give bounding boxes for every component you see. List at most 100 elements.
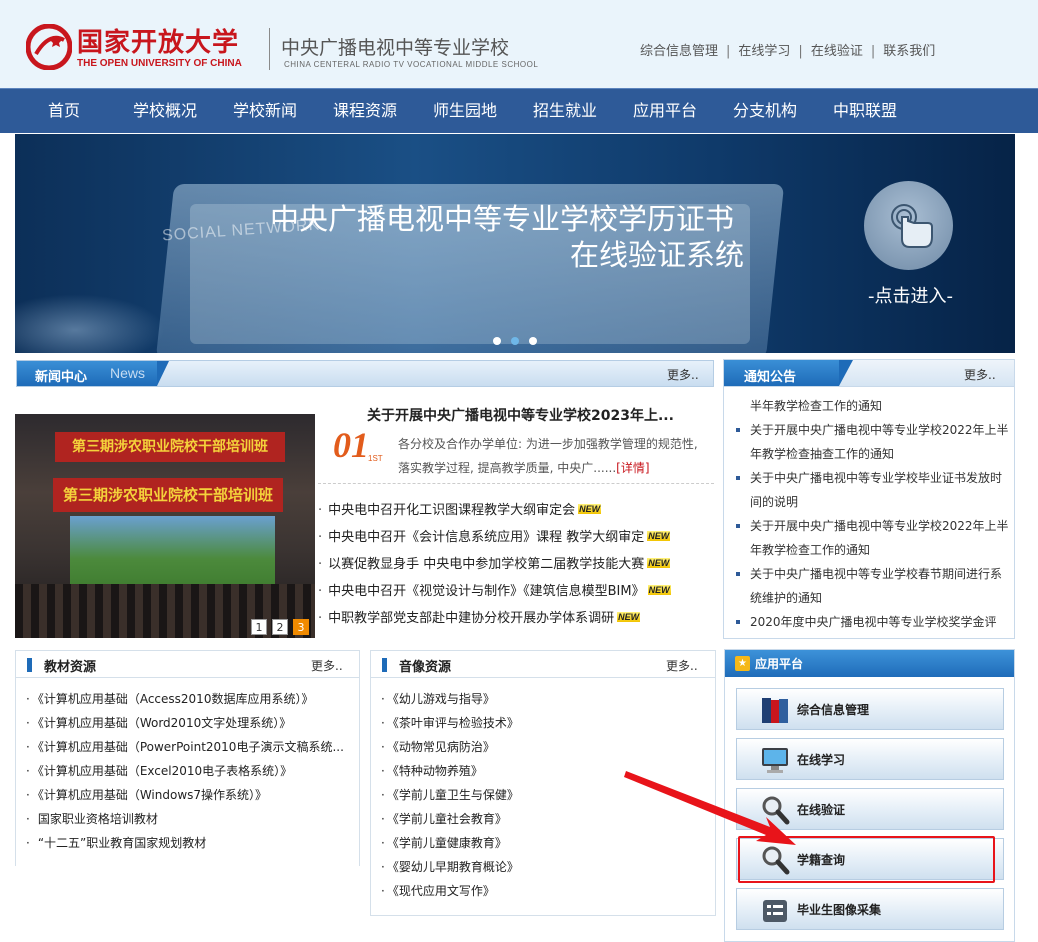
news-list: 中央电中召开化工识图课程教学大纲审定会NEW 中央电中召开《会计信息系统应用》课… [318, 496, 716, 631]
form-icon [763, 900, 787, 922]
textbook-resources-header: 教材资源 更多.. [16, 651, 359, 678]
university-name-cn[interactable]: 国家开放大学 [77, 22, 239, 59]
textbook-item[interactable]: 《计算机应用基础（Windows7操作系统）》 [26, 783, 356, 807]
new-badge: NEW [647, 531, 671, 541]
nav-school-news[interactable]: 学校新闻 [233, 89, 297, 134]
featured-news-suffix: 1ST [368, 454, 383, 463]
notice-item[interactable]: 关于开展中央广播电视中等专业学校2022年上半年教学检查工作的通知 [734, 514, 1012, 562]
logo-divider [269, 28, 270, 70]
app-button-label: 在线学习 [797, 753, 846, 767]
main-nav: 首页 学校概况 学校新闻 课程资源 师生园地 招生就业 应用平台 分支机构 中职… [0, 88, 1038, 133]
notice-item[interactable]: 半年教学检查工作的通知 [734, 394, 1012, 418]
notice-list: 半年教学检查工作的通知 关于开展中央广播电视中等专业学校2022年上半年教学检查… [734, 394, 1012, 632]
annotation-highlight-box [738, 836, 995, 883]
school-name-cn: 中央广播电视中等专业学校 [281, 37, 510, 59]
nav-about[interactable]: 学校概况 [133, 89, 197, 134]
notice-header: 通知公告 更多.. [724, 360, 1014, 387]
photo-page-3[interactable]: 3 [293, 619, 309, 635]
notice-item[interactable]: 关于中央广播电视中等专业学校春节期间进行系统维护的通知 [734, 562, 1012, 610]
link-separator: | [798, 44, 803, 59]
media-resources-title: 音像资源 [399, 660, 452, 675]
nav-home[interactable]: 首页 [48, 89, 80, 134]
banner-touch-button[interactable] [864, 181, 953, 270]
media-item[interactable]: 《婴幼儿早期教育概论》 [381, 855, 711, 879]
university-emblem-icon [26, 24, 72, 70]
photo-page-2[interactable]: 2 [272, 619, 288, 635]
textbook-resources-title: 教材资源 [44, 660, 97, 675]
textbook-item[interactable]: 《计算机应用基础（Word2010文字处理系统）》 [26, 711, 356, 735]
news-photo-slider[interactable]: 第三期涉农职业院校干部培训班 第三期涉农职业院校干部培训班 1 2 3 [15, 414, 315, 638]
textbook-item[interactable]: 《计算机应用基础（Excel2010电子表格系统）》 [26, 759, 356, 783]
nav-campus[interactable]: 师生园地 [433, 89, 497, 134]
photo-banner-main: 第三期涉农职业院校干部培训班 [53, 478, 283, 512]
photo-page-1[interactable]: 1 [251, 619, 267, 635]
textbook-item[interactable]: “十二五”职业教育国家规划教材 [26, 831, 356, 855]
news-item-text: 中央电中召开《会计信息系统应用》课程 教学大纲审定 [328, 530, 645, 545]
nav-app-platform[interactable]: 应用平台 [633, 89, 697, 134]
photo-banner-top: 第三期涉农职业院校干部培训班 [55, 432, 285, 462]
featured-news-title[interactable]: 关于开展中央广播电视中等专业学校2023年上... [367, 405, 674, 425]
school-name-en: CHINA CENTERAL RADIO TV VOCATIONAL MIDDL… [284, 60, 539, 69]
banner-pagination [493, 334, 547, 348]
textbook-item[interactable]: 《计算机应用基础（PowerPoint2010电子演示文稿系统... [26, 735, 356, 759]
banner-hand-graphic [15, 294, 165, 353]
star-icon: ★ [735, 656, 750, 671]
notice-item[interactable]: 2020年度中央广播电视中等专业学校奖学金评 [734, 610, 1012, 632]
nav-admissions[interactable]: 招生就业 [533, 89, 597, 134]
featured-news-number: 01 [333, 425, 369, 465]
banner-title-line2: 在线验证系统 [570, 238, 745, 272]
top-link-online-learning[interactable]: 在线学习 [738, 44, 790, 59]
site-header: 国家开放大学 THE OPEN UNIVERSITY OF CHINA 中央广播… [0, 0, 1038, 88]
app-button-label: 在线验证 [797, 803, 846, 817]
featured-news-detail-link[interactable]: [详情] [616, 461, 649, 475]
nav-alliance[interactable]: 中职联盟 [833, 89, 897, 134]
app-button-info-management[interactable]: 综合信息管理 [736, 688, 1004, 730]
photo-projection-screen [70, 516, 275, 594]
books-icon [762, 698, 788, 723]
textbook-item[interactable]: 《计算机应用基础（Access2010数据库应用系统）》 [26, 687, 356, 711]
featured-news-text: 各分校及合作办学单位: 为进一步加强教学管理的规范性, 落实教学过程, 提高教学… [398, 437, 698, 475]
news-item[interactable]: 以赛促教显身手 中央电中参加学校第二届教学技能大赛NEW [318, 550, 716, 577]
section-marker [382, 658, 387, 672]
news-title: 新闻中心 [35, 370, 88, 385]
new-badge: NEW [647, 585, 671, 595]
notice-item[interactable]: 关于开展中央广播电视中等专业学校2022年上半年教学检查抽查工作的通知 [734, 418, 1012, 466]
media-more-link[interactable]: 更多.. [666, 657, 698, 674]
media-resources-header: 音像资源 更多.. [371, 651, 715, 678]
top-link-online-verify[interactable]: 在线验证 [811, 44, 863, 59]
notice-more-link[interactable]: 更多.. [964, 366, 996, 383]
app-button-graduate-photo[interactable]: 毕业生图像采集 [736, 888, 1004, 930]
news-item[interactable]: 中央电中召开化工识图课程教学大纲审定会NEW [318, 496, 716, 523]
new-badge: NEW [647, 558, 671, 568]
nav-branches[interactable]: 分支机构 [733, 89, 797, 134]
banner-dot-1[interactable] [493, 337, 501, 345]
textbook-resources-panel: 教材资源 更多.. 《计算机应用基础（Access2010数据库应用系统）》 《… [15, 650, 360, 866]
notice-panel: 通知公告 更多.. 半年教学检查工作的通知 关于开展中央广播电视中等专业学校20… [723, 359, 1015, 639]
notice-item[interactable]: 关于中央广播电视中等专业学校毕业证书发放时间的说明 [734, 466, 1012, 514]
top-links: 综合信息管理 | 在线学习 | 在线验证 | 联系我们 [640, 40, 935, 59]
media-item[interactable]: 《动物常见病防治》 [381, 735, 711, 759]
section-marker [27, 658, 32, 672]
banner-enter-link[interactable]: -点击进入- [868, 282, 953, 308]
banner-dot-3[interactable] [529, 337, 537, 345]
news-more-link[interactable]: 更多.. [667, 366, 699, 383]
textbook-list: 《计算机应用基础（Access2010数据库应用系统）》 《计算机应用基础（Wo… [26, 687, 356, 855]
photo-audience [15, 584, 315, 638]
banner-dot-2[interactable] [511, 337, 519, 345]
news-item[interactable]: 中职教学部党支部赴中建协分校开展办学体系调研NEW [318, 604, 716, 631]
media-item[interactable]: 《现代应用文写作》 [381, 879, 711, 903]
media-item[interactable]: 《茶叶审评与检验技术》 [381, 711, 711, 735]
news-divider [318, 483, 714, 484]
news-item[interactable]: 中央电中召开《视觉设计与制作》《建筑信息模型BIM》NEW [318, 577, 716, 604]
hero-banner[interactable]: SOCIAL NETWORK 中央广播电视中等专业学校学历证书 在线验证系统 -… [15, 134, 1015, 353]
app-button-label: 毕业生图像采集 [797, 903, 882, 917]
top-link-contact[interactable]: 联系我们 [883, 44, 935, 59]
media-item[interactable]: 《幼儿游戏与指导》 [381, 687, 711, 711]
textbook-item[interactable]: 国家职业资格培训教材 [26, 807, 356, 831]
nav-course-resources[interactable]: 课程资源 [333, 89, 397, 134]
textbook-more-link[interactable]: 更多.. [311, 657, 343, 674]
news-item[interactable]: 中央电中召开《会计信息系统应用》课程 教学大纲审定NEW [318, 523, 716, 550]
top-link-info-management[interactable]: 综合信息管理 [640, 44, 718, 59]
app-button-label: 综合信息管理 [797, 703, 870, 717]
news-item-text: 以赛促教显身手 中央电中参加学校第二届教学技能大赛 [328, 557, 645, 572]
